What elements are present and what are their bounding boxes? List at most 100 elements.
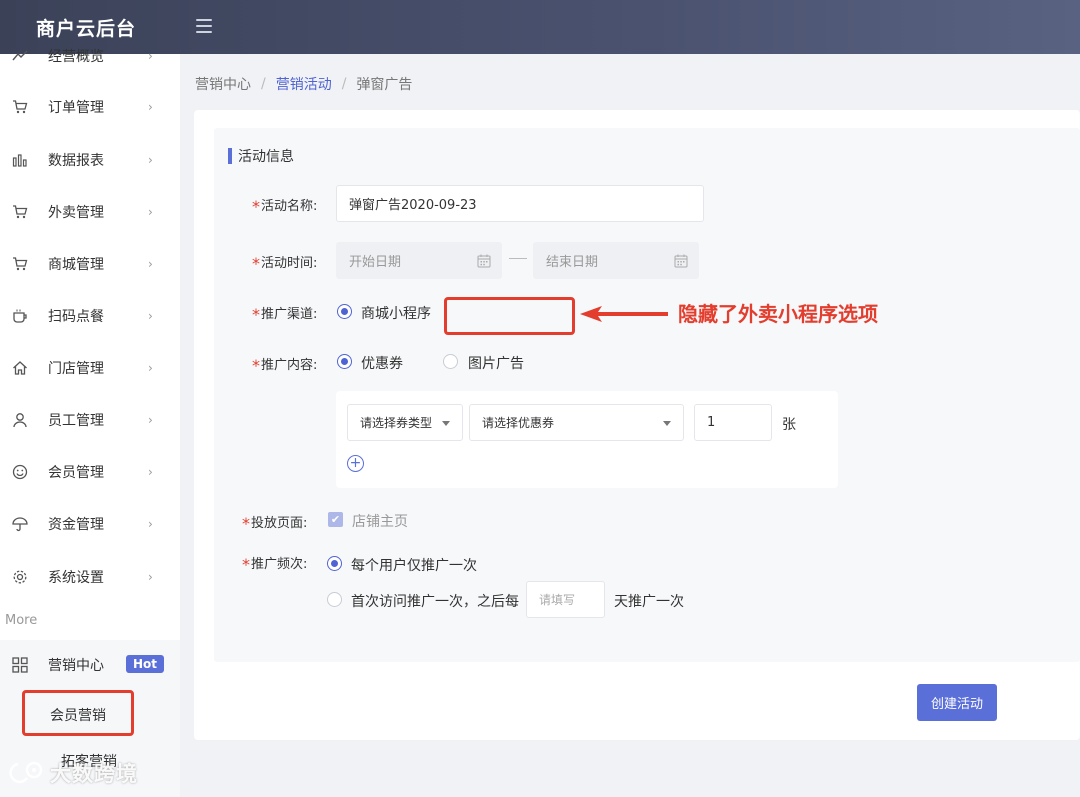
sidebar-item-label: 系统设置 bbox=[48, 570, 104, 586]
activity-name-input[interactable]: 弹窗广告2020-09-23 bbox=[336, 185, 704, 222]
frequency-radio-periodic[interactable] bbox=[327, 592, 342, 607]
chevron-right-icon: › bbox=[148, 361, 153, 375]
page-option-label: 店铺主页 bbox=[352, 514, 408, 530]
start-date-placeholder: 开始日期 bbox=[349, 255, 402, 270]
calendar-icon bbox=[477, 254, 491, 268]
required-star: * bbox=[252, 305, 260, 324]
time-label: * 活动时间: bbox=[252, 251, 317, 273]
sidebar-item[interactable]: 会员管理 › bbox=[0, 452, 180, 492]
frequency-option-periodic-prefix: 首次访问推广一次，之后每 bbox=[351, 594, 519, 610]
coupon-placeholder: 请选择优惠券 bbox=[482, 416, 555, 430]
required-star: * bbox=[242, 514, 250, 533]
sidebar-item[interactable]: 员工管理 › bbox=[0, 400, 180, 440]
add-coupon-icon[interactable]: + bbox=[347, 455, 364, 472]
required-star: * bbox=[252, 254, 260, 273]
sidebar-item[interactable]: 门店管理 › bbox=[0, 348, 180, 388]
content-radio-coupon[interactable] bbox=[337, 354, 352, 369]
breadcrumb: 营销中心 / 营销活动 / 弹窗广告 bbox=[195, 74, 412, 94]
content-label: * 推广内容: bbox=[252, 353, 318, 375]
chevron-right-icon: › bbox=[148, 413, 153, 427]
sidebar-item[interactable]: 外卖管理 › bbox=[0, 192, 180, 232]
sidebar-item-label: 员工管理 bbox=[48, 413, 104, 429]
breadcrumb-separator: / bbox=[341, 76, 347, 92]
coupon-type-select[interactable]: 请选择券类型 bbox=[347, 404, 463, 441]
coupon-quantity-input[interactable]: 1 bbox=[694, 404, 772, 441]
start-date-input[interactable]: 开始日期 bbox=[336, 242, 502, 279]
frequency-option-once: 每个用户仅推广一次 bbox=[351, 558, 477, 574]
cart-icon bbox=[12, 256, 28, 272]
channel-option-label: 商城小程序 bbox=[361, 306, 431, 322]
page-label: * 投放页面: bbox=[242, 511, 308, 533]
sidebar-item[interactable]: 经营概览 › bbox=[0, 36, 180, 76]
logo-icon bbox=[9, 761, 43, 784]
arrow-left-icon bbox=[580, 306, 668, 322]
chevron-right-icon: › bbox=[148, 309, 153, 323]
chevron-right-icon: › bbox=[148, 205, 153, 219]
chevron-right-icon: › bbox=[148, 153, 153, 167]
frequency-days-placeholder: 请填写 bbox=[539, 593, 576, 607]
breadcrumb-item[interactable]: 营销活动 bbox=[276, 74, 332, 94]
highlight-box-sidebar bbox=[22, 690, 134, 736]
sidebar-item-label: 门店管理 bbox=[48, 361, 104, 377]
name-label: * 活动名称: bbox=[252, 194, 318, 216]
end-date-input[interactable]: 结束日期 bbox=[533, 242, 699, 279]
coupon-select[interactable]: 请选择优惠券 bbox=[469, 404, 684, 441]
frequency-label: * 推广频次: bbox=[242, 552, 308, 574]
required-star: * bbox=[242, 555, 250, 574]
bar-chart-icon bbox=[12, 152, 28, 168]
chevron-right-icon: › bbox=[148, 517, 153, 531]
label-text: 活动名称: bbox=[261, 198, 318, 214]
sidebar-item[interactable]: 扫码点餐 › bbox=[0, 296, 180, 336]
sidebar-item-label: 外卖管理 bbox=[48, 205, 104, 221]
page-checkbox-store-home[interactable]: ✔ bbox=[328, 512, 343, 527]
frequency-days-input[interactable]: 请填写 bbox=[526, 581, 605, 618]
user-icon bbox=[12, 412, 28, 428]
section-title: 活动信息 bbox=[228, 146, 294, 166]
smile-icon bbox=[12, 464, 28, 480]
breadcrumb-item[interactable]: 营销中心 bbox=[195, 74, 251, 94]
home-icon bbox=[12, 360, 28, 376]
section-title-text: 活动信息 bbox=[238, 149, 294, 165]
label-text: 推广频次: bbox=[251, 556, 308, 572]
sidebar-item-label: 订单管理 bbox=[48, 100, 104, 116]
label-text: 推广内容: bbox=[261, 357, 318, 373]
sidebar-item-label: 数据报表 bbox=[48, 153, 104, 169]
required-star: * bbox=[252, 356, 260, 375]
watermark: 大数跨境 bbox=[8, 758, 138, 788]
content-option-coupon: 优惠券 bbox=[361, 356, 403, 372]
calendar-icon bbox=[674, 254, 688, 268]
create-activity-button[interactable]: 创建活动 bbox=[917, 684, 997, 721]
sidebar-item[interactable]: 商城管理 › bbox=[0, 244, 180, 284]
label-text: 推广渠道: bbox=[261, 306, 318, 322]
content-radio-image-ad[interactable] bbox=[443, 354, 458, 369]
grid-icon bbox=[12, 657, 28, 673]
sidebar-item[interactable]: 订单管理 › bbox=[0, 87, 180, 127]
chevron-right-icon: › bbox=[148, 257, 153, 271]
menu-toggle-icon[interactable] bbox=[196, 19, 212, 33]
sidebar-item[interactable]: 系统设置 › bbox=[0, 557, 180, 597]
caret-down-icon bbox=[663, 421, 671, 426]
chevron-right-icon: › bbox=[148, 49, 153, 63]
sidebar-item-label: 经营概览 bbox=[48, 49, 104, 65]
sidebar-item-label: 营销中心 bbox=[48, 658, 104, 674]
cart-icon bbox=[12, 204, 28, 220]
umbrella-icon bbox=[12, 516, 28, 532]
cart-icon bbox=[12, 99, 28, 115]
coupon-type-placeholder: 请选择券类型 bbox=[360, 416, 433, 430]
coupon-unit: 张 bbox=[782, 417, 796, 433]
label-text: 投放页面: bbox=[251, 515, 308, 531]
required-star: * bbox=[252, 197, 260, 216]
frequency-radio-once[interactable] bbox=[327, 556, 342, 571]
caret-down-icon bbox=[442, 421, 450, 426]
channel-radio-mall-miniapp[interactable] bbox=[337, 304, 352, 319]
trend-icon bbox=[12, 48, 28, 64]
channel-label: * 推广渠道: bbox=[252, 302, 318, 324]
cup-icon bbox=[12, 308, 28, 324]
breadcrumb-separator: / bbox=[261, 76, 266, 92]
section-marker bbox=[228, 148, 232, 164]
annotation-text: 隐藏了外卖小程序选项 bbox=[678, 302, 878, 326]
sidebar-item[interactable]: 数据报表 › bbox=[0, 140, 180, 180]
chevron-right-icon: › bbox=[148, 465, 153, 479]
sidebar-item[interactable]: 资金管理 › bbox=[0, 504, 180, 544]
end-date-placeholder: 结束日期 bbox=[546, 255, 599, 270]
